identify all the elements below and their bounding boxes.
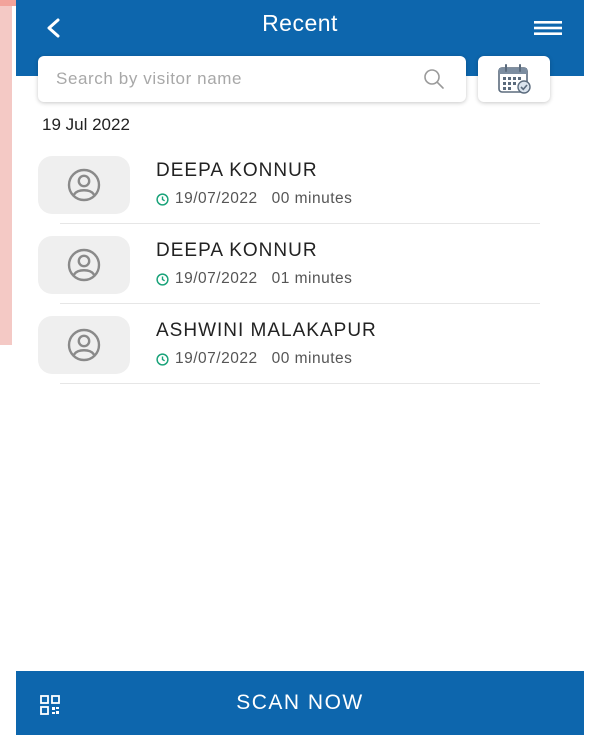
visit-list: DEEPA KONNUR 19/07/2022 00 minutes DEEPA [16,152,584,392]
user-circle-icon [67,328,101,362]
divider [60,303,540,304]
menu-button[interactable] [530,15,566,41]
list-item[interactable]: DEEPA KONNUR 19/07/2022 00 minutes [16,152,584,232]
search-input[interactable] [54,58,420,100]
visit-duration: 00 minutes [271,350,353,367]
visit-date: 19/07/2022 [175,270,258,287]
visitor-name: ASHWINI MALAKAPUR [156,320,377,341]
visit-meta: 19/07/2022 01 minutes [156,270,352,288]
user-circle-icon [67,168,101,202]
visitor-name: DEEPA KONNUR [156,240,318,261]
visit-duration: 00 minutes [271,190,353,207]
visit-meta: 19/07/2022 00 minutes [156,190,352,208]
date-group-label: 19 Jul 2022 [42,115,130,134]
page-title: Recent [262,10,338,36]
clock-icon [156,352,169,366]
visit-duration: 01 minutes [271,270,353,287]
search-icon[interactable] [420,65,448,93]
visitor-name: DEEPA KONNUR [156,160,318,181]
calendar-icon [498,64,531,94]
list-item[interactable]: DEEPA KONNUR 19/07/2022 01 minutes [16,232,584,312]
scan-now-button[interactable]: SCAN NOW [16,671,584,735]
menu-icon [534,21,562,35]
edge-artifact [0,0,12,345]
avatar [38,156,130,214]
visit-date: 19/07/2022 [175,190,258,207]
avatar [38,316,130,374]
list-item[interactable]: ASHWINI MALAKAPUR 19/07/2022 00 minutes [16,312,584,392]
calendar-button[interactable] [478,56,550,102]
user-circle-icon [67,248,101,282]
divider [60,223,540,224]
visit-date: 19/07/2022 [175,350,258,367]
divider [60,383,540,384]
app-screen: Recent Search by visitor name 19 Jul 202… [16,0,584,735]
avatar [38,236,130,294]
search-box [38,56,466,102]
visit-meta: 19/07/2022 00 minutes [156,350,352,368]
clock-icon [156,192,169,206]
clock-icon [156,272,169,286]
scan-now-label: SCAN NOW [236,691,364,714]
